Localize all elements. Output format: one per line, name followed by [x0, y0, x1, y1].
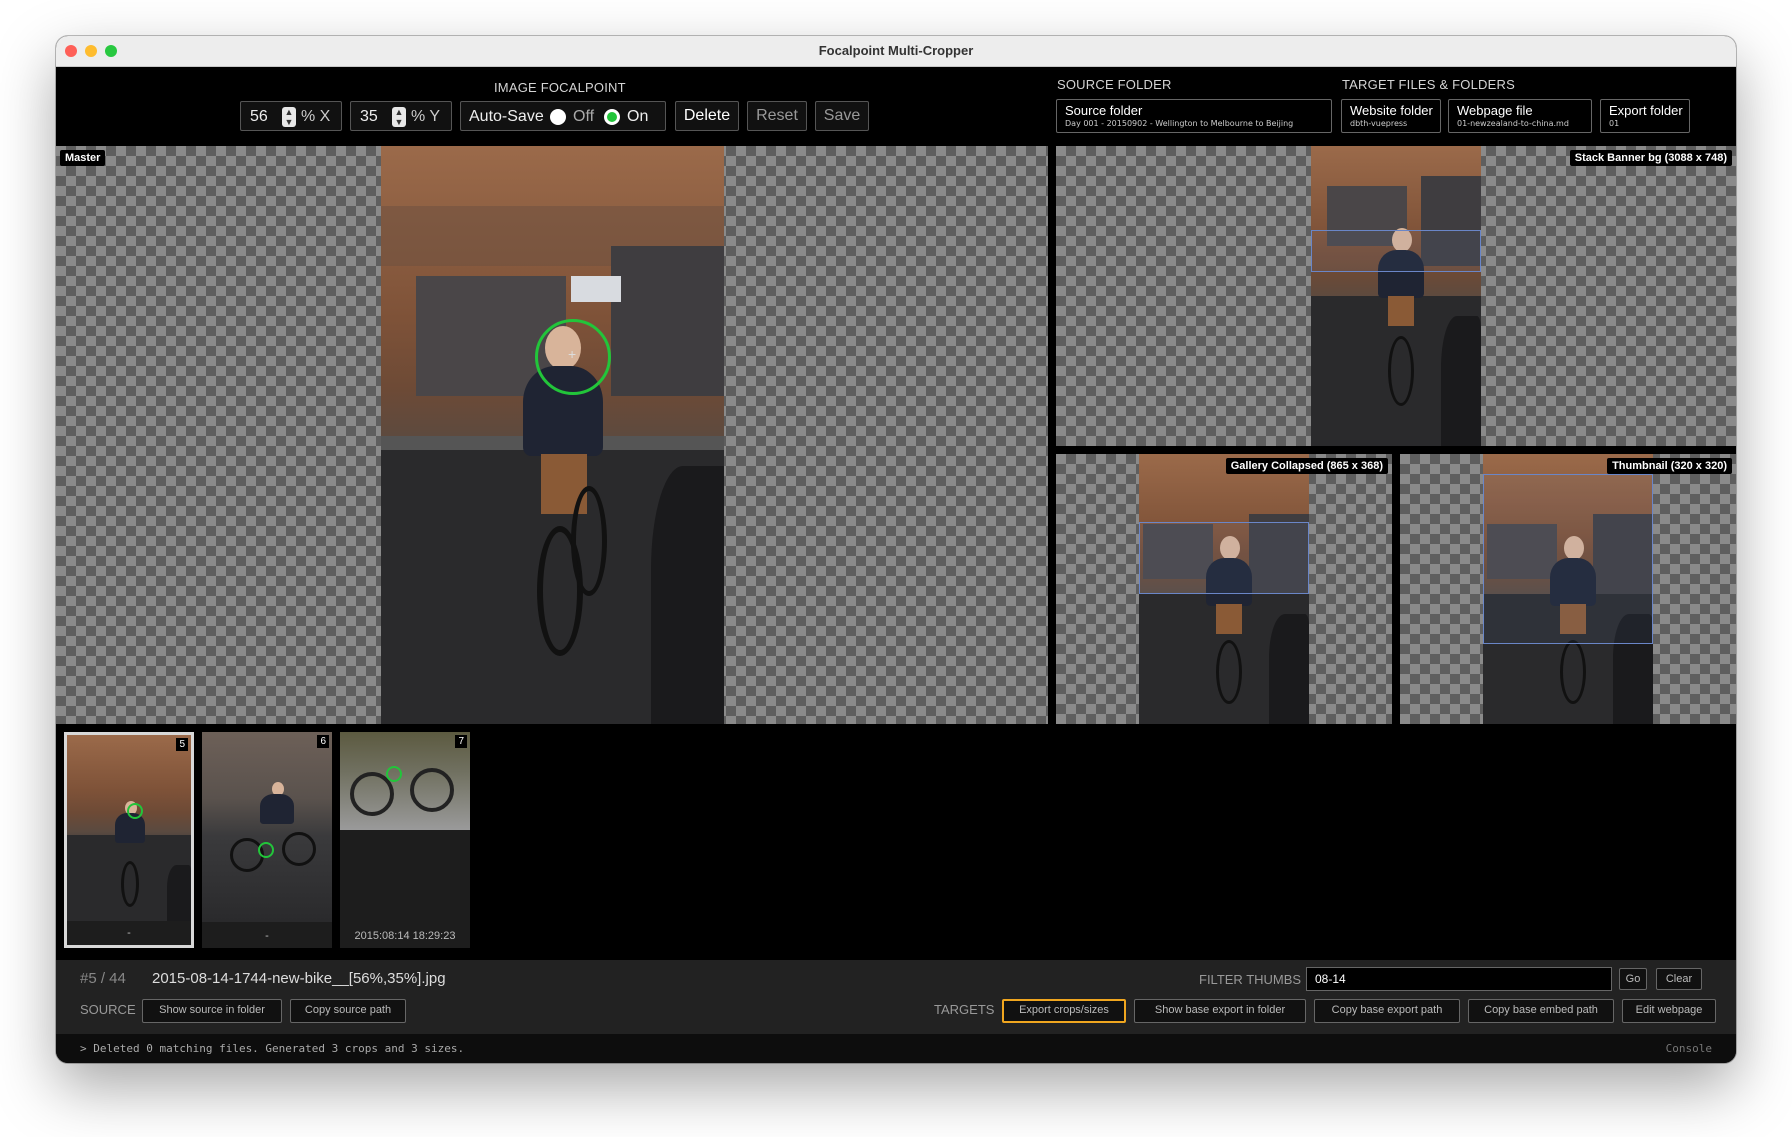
spinner-icon[interactable]: ▲ ▼ [282, 107, 296, 127]
gallery-label: Gallery Collapsed (865 x 368) [1225, 458, 1388, 474]
console-message: > Deleted 0 matching files. Generated 3 … [80, 1042, 465, 1055]
target-actions-label: TARGETS [934, 1002, 995, 1017]
copy-base-embed-button[interactable]: Copy base embed path [1468, 999, 1614, 1023]
thumbnail-caption: 2015:08:14 18:29:23 [354, 930, 456, 942]
autosave-on-radio[interactable] [604, 109, 620, 125]
reset-button[interactable]: Reset [747, 101, 807, 131]
webpage-file-button[interactable]: Webpage file 01-newzealand-to-china.md [1448, 99, 1592, 133]
webpage-file-path: 01-newzealand-to-china.md [1457, 119, 1569, 128]
focalpoint-marker[interactable]: + [535, 319, 611, 395]
autosave-on-label: On [627, 108, 649, 125]
show-base-export-button[interactable]: Show base export in folder [1134, 999, 1306, 1023]
source-actions-label: SOURCE [80, 1002, 136, 1017]
thumbnail-item[interactable]: 5 - [64, 732, 194, 948]
thumbnail-number: 5 [176, 738, 188, 751]
thumbnail-image [202, 732, 332, 922]
source-folder-path: Day 001 - 20150902 - Wellington to Melbo… [1065, 119, 1294, 128]
focalpoint-heading: IMAGE FOCALPOINT [494, 80, 626, 95]
source-folder-title: Source folder [1065, 103, 1143, 118]
title-bar: Focalpoint Multi-Cropper [56, 36, 1736, 67]
focal-x-unit: % X [301, 108, 331, 125]
banner-pane: Stack Banner bg (3088 x 748) [1056, 146, 1736, 446]
export-crops-button[interactable]: Export crops/sizes [1002, 999, 1126, 1023]
focalpoint-marker [386, 766, 402, 782]
website-folder-title: Website folder [1350, 103, 1433, 118]
master-pane[interactable]: + Master [56, 146, 1048, 724]
thumbnail-label: Thumbnail (320 x 320) [1607, 458, 1732, 474]
filter-input[interactable] [1306, 967, 1612, 991]
thumbnail-number: 6 [317, 735, 329, 748]
thumbnail-item[interactable]: 6 - [202, 732, 332, 948]
focal-x-value: 56 [250, 108, 268, 125]
focal-y-value: 35 [360, 108, 378, 125]
gallery-crop-outline [1139, 522, 1309, 594]
gallery-pane: Gallery Collapsed (865 x 368) [1056, 454, 1392, 724]
thumbnail-caption: - [265, 930, 269, 942]
master-label: Master [60, 150, 106, 166]
info-bar: #5 / 44 2015-08-14-1744-new-bike__[56%,3… [56, 960, 1736, 1034]
focalpoint-marker [127, 803, 143, 819]
thumbnail-crop-outline [1483, 474, 1653, 644]
console-bar: > Deleted 0 matching files. Generated 3 … [56, 1034, 1736, 1063]
thumbnail-image [67, 735, 191, 921]
banner-photo [1311, 146, 1481, 446]
show-source-button[interactable]: Show source in folder [142, 999, 282, 1023]
webpage-file-title: Webpage file [1457, 103, 1533, 118]
export-folder-path: 01 [1609, 119, 1620, 128]
filter-label: FILTER THUMBS [1199, 972, 1302, 987]
export-folder-button[interactable]: Export folder 01 [1600, 99, 1690, 133]
image-filename: 2015-08-14-1744-new-bike__[56%,35%].jpg [152, 970, 446, 987]
banner-label: Stack Banner bg (3088 x 748) [1569, 150, 1732, 166]
website-folder-path: dbth-vuepress [1350, 119, 1408, 128]
focal-x-stepper[interactable]: 56 ▲ ▼ % X [240, 101, 342, 131]
master-photo[interactable] [381, 146, 724, 724]
console-toggle[interactable]: Console [1666, 1042, 1712, 1055]
banner-crop-outline [1311, 230, 1481, 272]
thumbnail-caption: - [127, 927, 131, 939]
source-folder-button[interactable]: Source folder Day 001 - 20150902 - Welli… [1056, 99, 1332, 133]
image-index: #5 / 44 [80, 970, 126, 987]
window-title: Focalpoint Multi-Cropper [818, 43, 974, 58]
export-folder-title: Export folder [1609, 103, 1683, 118]
copy-base-export-button[interactable]: Copy base export path [1314, 999, 1460, 1023]
copy-source-path-button[interactable]: Copy source path [290, 999, 406, 1023]
focal-y-stepper[interactable]: 35 ▲ ▼ % Y [350, 101, 452, 131]
autosave-off-radio[interactable] [550, 109, 566, 125]
filter-go-button[interactable]: Go [1619, 968, 1647, 990]
crosshair-icon: + [568, 346, 577, 362]
website-folder-button[interactable]: Website folder dbth-vuepress [1341, 99, 1441, 133]
focal-y-unit: % Y [411, 108, 441, 125]
autosave-off-label: Off [573, 108, 595, 125]
targets-heading: TARGET FILES & FOLDERS [1342, 77, 1515, 92]
app-window: Focalpoint Multi-Cropper IMAGE FOCALPOIN… [56, 36, 1736, 1063]
filter-clear-button[interactable]: Clear [1656, 968, 1702, 990]
autosave-label: Auto-Save [469, 108, 544, 125]
autosave-control: Auto-Save Off On [460, 101, 666, 131]
thumbnail-image [340, 732, 470, 830]
focalpoint-marker [258, 842, 274, 858]
save-button[interactable]: Save [815, 101, 869, 131]
thumbnail-number: 7 [455, 735, 467, 748]
delete-button[interactable]: Delete [675, 101, 739, 131]
thumbnail-item[interactable]: 7 2015:08:14 18:29:23 [340, 732, 470, 948]
spinner-icon[interactable]: ▲ ▼ [392, 107, 406, 127]
edit-webpage-button[interactable]: Edit webpage [1622, 999, 1716, 1023]
thumbnail-pane: Thumbnail (320 x 320) [1400, 454, 1736, 724]
source-folder-heading: SOURCE FOLDER [1057, 77, 1172, 92]
